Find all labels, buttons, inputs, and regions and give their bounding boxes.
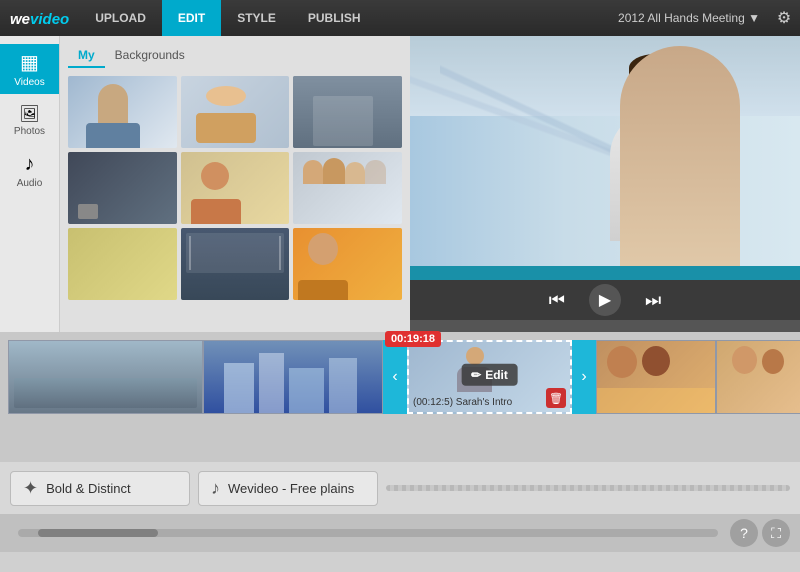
scrollbar-thumb[interactable] [38,529,158,537]
rewind-button[interactable]: ⏮ [549,290,565,311]
clip-label-sarah: (00:12:5) Sarah's Intro [413,397,546,408]
preview-video [410,36,800,266]
sidebar-label-videos: Videos [14,77,44,88]
sidebar-item-photos[interactable]: 🖼 Photos [0,98,59,143]
timeline-clip-5[interactable] [716,340,800,414]
theme-strip-item[interactable]: ✦ Bold & Distinct [10,471,190,506]
media-thumb-6[interactable] [293,152,402,224]
media-thumb-5[interactable] [181,152,290,224]
media-thumb-9[interactable] [293,228,402,300]
music-strip-item[interactable]: ♪ Wevideo - Free plains [198,471,378,506]
tab-my[interactable]: My [68,44,105,68]
footer-bar: ? ⛶ [0,514,800,552]
help-button[interactable]: ? [730,519,758,547]
media-tabs: My Backgrounds [68,44,402,68]
timeline-clip-1[interactable] [8,340,203,414]
top-navigation: wevideo UPLOAD EDIT STYLE PUBLISH 2012 A… [0,0,800,36]
music-label: Wevideo - Free plains [228,481,354,496]
tab-backgrounds[interactable]: Backgrounds [105,44,195,68]
person-head [630,56,680,111]
person-hair [629,54,681,82]
media-panel: My Backgrounds [60,36,410,332]
preview-person [590,46,720,266]
edit-label: Edit [485,368,508,382]
media-thumb-4[interactable] [68,152,177,224]
videos-icon: ▦ [20,50,39,75]
audio-icon: ♪ [25,153,35,176]
edit-overlay: ✏ Edit [461,364,518,386]
sidebar-label-photos: Photos [14,126,45,137]
scrollbar-track[interactable] [18,529,718,537]
forward-button[interactable]: ⏭ [645,290,661,311]
nav-edit[interactable]: EDIT [162,0,221,36]
theme-icon: ✦ [23,478,38,499]
media-grid [68,76,402,300]
person-jacket [610,121,700,241]
timeline-nav-right[interactable]: › [572,340,596,414]
nav-publish[interactable]: PUBLISH [292,0,377,36]
sidebar: ▦ Videos 🖼 Photos ♪ Audio [0,36,60,332]
photos-icon: 🖼 [19,104,39,124]
person-body [610,111,700,241]
preview-controls: ⏮ ▶ ⏭ [410,280,800,320]
media-thumb-8[interactable] [181,228,290,300]
sidebar-item-audio[interactable]: ♪ Audio [0,147,59,195]
timecode-badge: 00:19:18 [385,331,441,347]
theme-label: Bold & Distinct [46,481,131,496]
settings-icon[interactable]: ⚙ [768,0,800,36]
media-thumb-3[interactable] [293,76,402,148]
fullscreen-button[interactable]: ⛶ [762,519,790,547]
media-thumb-2[interactable] [181,76,290,148]
edit-pencil-icon: ✏ [471,368,481,382]
main-area: ▦ Videos 🖼 Photos ♪ Audio My Backgrounds [0,36,800,332]
timeline-nav-left[interactable]: ‹ [383,340,407,414]
nav-upload[interactable]: UPLOAD [79,0,162,36]
app-logo: wevideo [0,8,79,29]
preview-panel: ⏮ ▶ ⏭ [410,36,800,332]
project-name[interactable]: 2012 All Hands Meeting ▼ [618,11,768,25]
timeline-clip-4[interactable] [596,340,716,414]
preview-overlay [410,266,800,280]
sidebar-item-videos[interactable]: ▦ Videos [0,44,59,94]
sidebar-label-audio: Audio [17,178,43,189]
timeline-area: 00:19:18 ‹ [0,332,800,462]
clip-delete-button[interactable]: 🗑 [546,388,566,408]
nav-style[interactable]: STYLE [221,0,292,36]
music-icon: ♪ [211,478,220,499]
play-button[interactable]: ▶ [589,284,621,316]
bottom-strip: ✦ Bold & Distinct ♪ Wevideo - Free plain… [0,462,800,514]
media-thumb-1[interactable] [68,76,177,148]
timeline-clip-edit[interactable]: ✏ Edit (00:12:5) Sarah's Intro 🗑 [407,340,572,414]
strip-line [386,485,790,491]
timeline-clip-2[interactable] [203,340,383,414]
media-thumb-7[interactable] [68,228,177,300]
